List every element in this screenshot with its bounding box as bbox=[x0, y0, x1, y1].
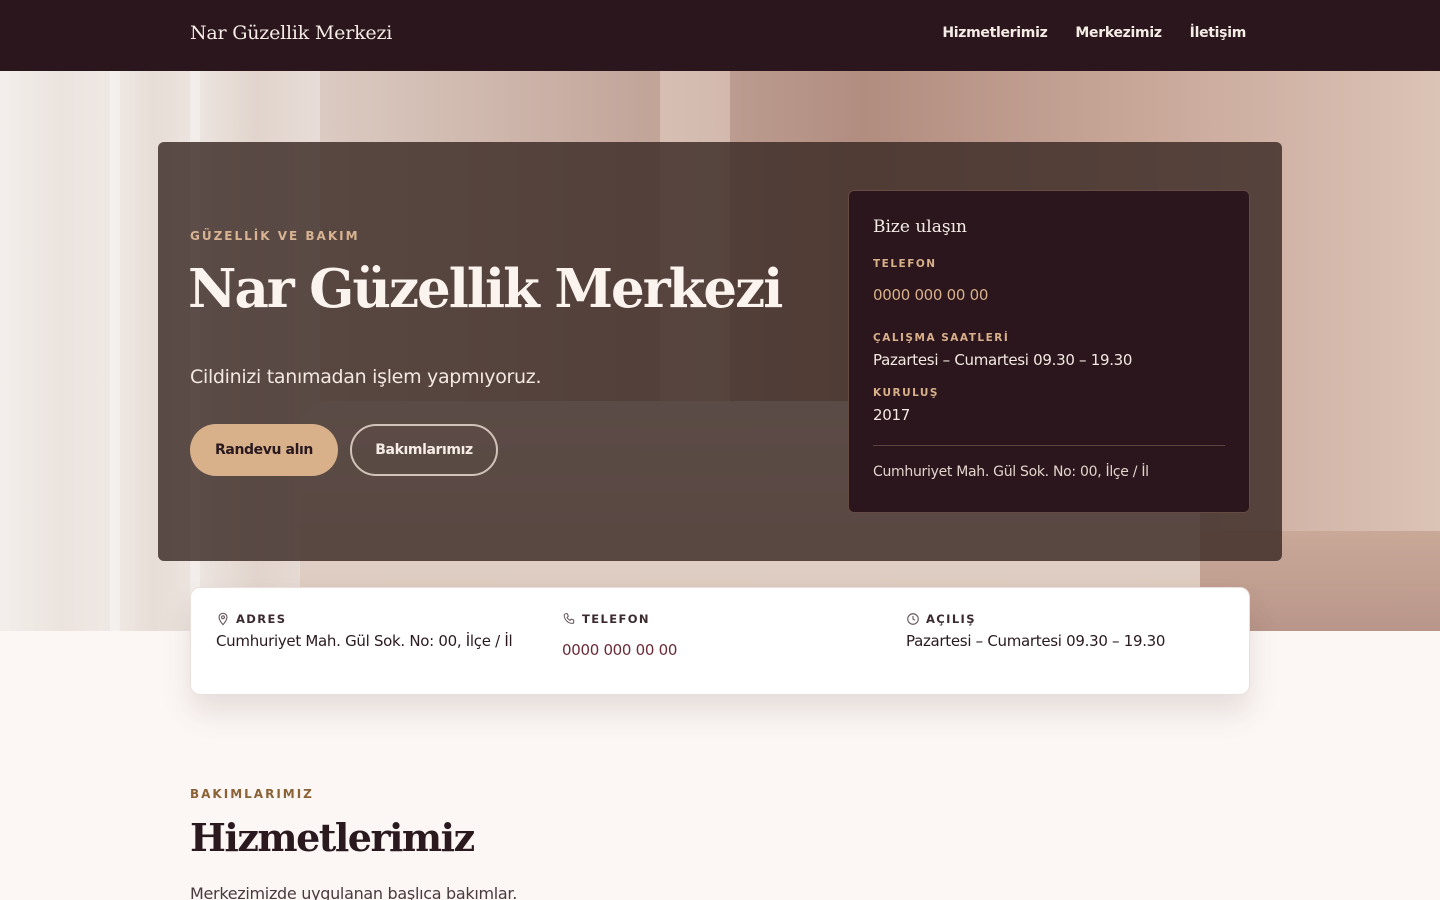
contact-card-divider bbox=[873, 445, 1225, 446]
info-opening-label: AÇILIŞ bbox=[926, 612, 976, 626]
info-phone-link[interactable]: 0000 000 00 00 bbox=[562, 641, 677, 659]
hero-subtitle: Cildinizi tanımadan işlem yapmıyoruz. bbox=[190, 366, 542, 388]
clock-icon bbox=[907, 613, 919, 625]
location-pin-icon bbox=[218, 612, 228, 626]
contact-card-title: Bize ulaşın bbox=[873, 217, 967, 237]
contact-phone-label: TELEFON bbox=[873, 258, 937, 270]
phone-icon bbox=[563, 613, 575, 624]
nav-link-center[interactable]: Merkezimiz bbox=[1075, 25, 1162, 41]
contact-phone-link[interactable]: 0000 000 00 00 bbox=[873, 286, 988, 304]
info-opening-value: Pazartesi – Cumartesi 09.30 – 19.30 bbox=[906, 632, 1166, 650]
treatments-button[interactable]: Bakımlarımız bbox=[350, 424, 498, 476]
nav-link-services[interactable]: Hizmetlerimiz bbox=[942, 25, 1047, 41]
contact-hours-label: ÇALIŞMA SAATLERİ bbox=[873, 332, 1010, 344]
services-description: Merkezimizde uygulanan başlıca bakımlar. bbox=[190, 884, 518, 900]
contact-founded-value: 2017 bbox=[873, 406, 910, 424]
top-navbar: Nar Güzellik Merkezi Hizmetlerimiz Merke… bbox=[0, 0, 1440, 71]
hero-title: Nar Güzellik Merkezi bbox=[188, 258, 783, 320]
book-appointment-button[interactable]: Randevu alın bbox=[190, 424, 338, 476]
contact-founded-label: KURULUŞ bbox=[873, 387, 939, 399]
main-nav: Hizmetlerimiz Merkezimiz İletişim bbox=[942, 25, 1246, 41]
nav-link-contact[interactable]: İletişim bbox=[1190, 25, 1247, 41]
info-address-label-row: ADRES bbox=[216, 612, 286, 626]
info-phone-label-row: TELEFON bbox=[562, 612, 650, 626]
info-opening-label-row: AÇILIŞ bbox=[906, 612, 976, 626]
info-address-label: ADRES bbox=[236, 612, 287, 626]
contact-address: Cumhuriyet Mah. Gül Sok. No: 00, İlçe / … bbox=[873, 464, 1149, 480]
info-phone-label: TELEFON bbox=[582, 612, 650, 626]
brand-logo[interactable]: Nar Güzellik Merkezi bbox=[190, 22, 392, 44]
info-address-value: Cumhuriyet Mah. Gül Sok. No: 00, İlçe / … bbox=[216, 632, 513, 650]
contact-hours-value: Pazartesi – Cumartesi 09.30 – 19.30 bbox=[873, 351, 1133, 369]
hero-eyebrow: GÜZELLİK VE BAKIM bbox=[190, 229, 360, 243]
services-title: Hizmetlerimiz bbox=[190, 815, 475, 860]
services-eyebrow: BAKIMLARIMIZ bbox=[190, 787, 314, 801]
